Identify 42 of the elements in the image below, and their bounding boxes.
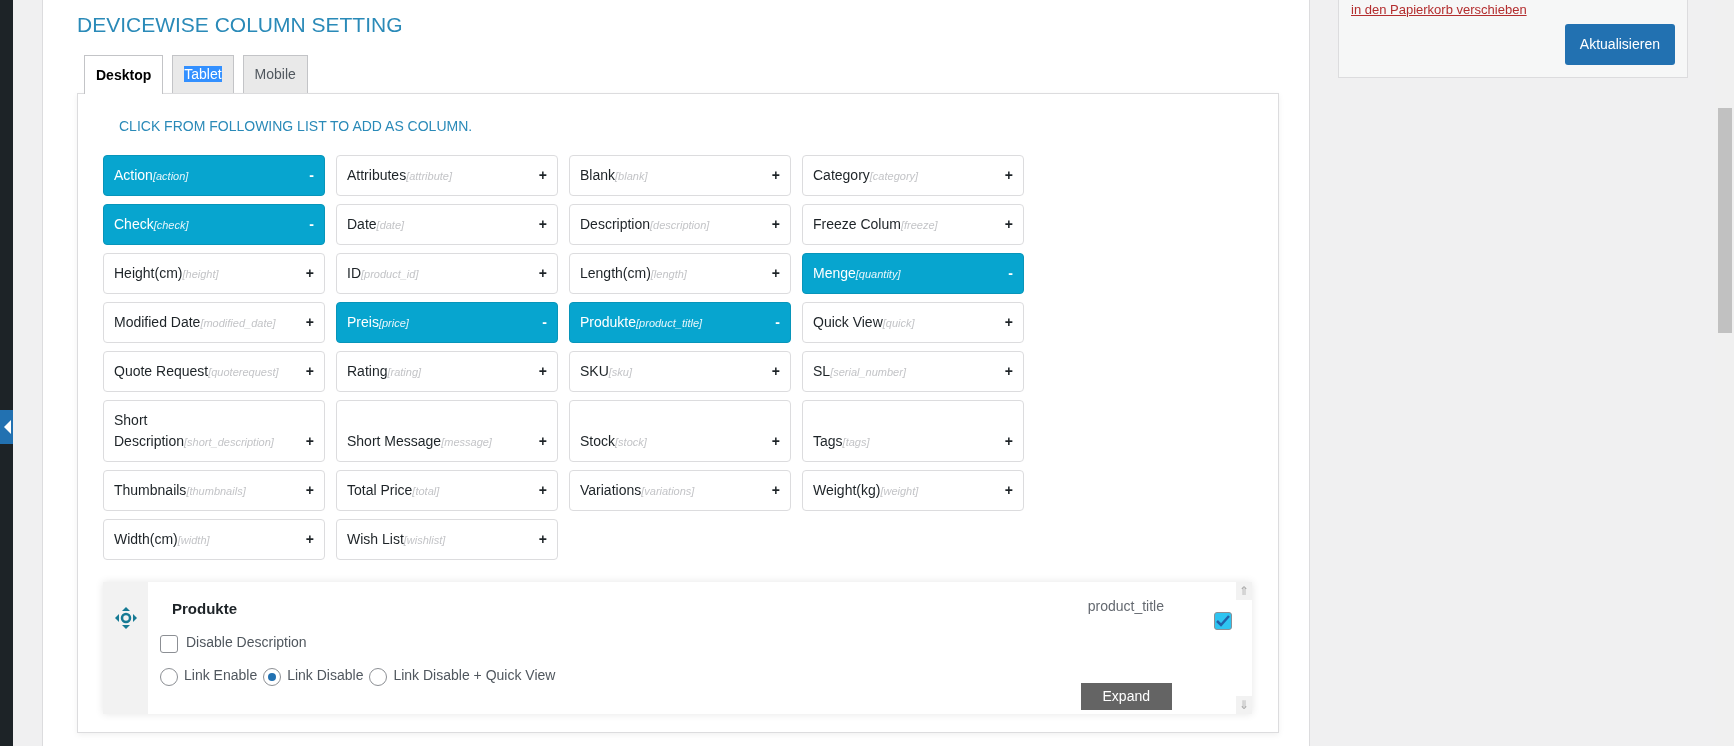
column-option[interactable]: Modified Date[modified_date] + xyxy=(103,302,325,343)
section-title: DEVICEWISE COLUMN SETTING xyxy=(77,12,404,38)
column-option[interactable]: Stock[stock] + xyxy=(569,400,791,462)
column-option[interactable]: Category[category] + xyxy=(802,155,1024,196)
trash-link[interactable]: in den Papierkorb verschieben xyxy=(1351,0,1527,20)
column-option[interactable]: Attributes[attribute] + xyxy=(336,155,558,196)
column-option[interactable]: SKU[sku] + xyxy=(569,351,791,392)
column-option[interactable]: Wish List[wishlist] + xyxy=(336,519,558,560)
radio-label: Link Enable xyxy=(184,667,258,684)
column-option[interactable]: Blank[blank] + xyxy=(569,155,791,196)
column-option[interactable]: Height(cm)[height] + xyxy=(103,253,325,294)
column-option[interactable]: Weight(kg)[weight] + xyxy=(802,470,1024,511)
column-option[interactable]: Rating[rating] + xyxy=(336,351,558,392)
checkbox[interactable] xyxy=(160,635,178,654)
column-option[interactable]: Tags[tags] + xyxy=(802,400,1024,462)
enable-checkbox[interactable] xyxy=(1214,612,1232,630)
column-option[interactable]: Total Price[total] + xyxy=(336,470,558,511)
column-option[interactable]: Freeze Colum[freeze] + xyxy=(802,204,1024,245)
tab[interactable]: Desktop xyxy=(84,55,164,94)
column-option[interactable]: Length(cm)[length] + xyxy=(569,253,791,294)
update-button[interactable]: Aktualisieren xyxy=(1564,23,1675,65)
column-option[interactable]: Quote Request[quoterequest] + xyxy=(103,351,325,392)
column-option[interactable]: SL[serial_number] + xyxy=(802,351,1024,392)
column-option[interactable]: Description[description] + xyxy=(569,204,791,245)
column-title: Produkte xyxy=(172,599,237,619)
column-option[interactable]: Variations[variations] + xyxy=(569,470,791,511)
column-option[interactable]: Short Message[message] + xyxy=(336,400,558,462)
column-option[interactable]: Date[date] + xyxy=(336,204,558,245)
column-key: product_title xyxy=(1087,596,1164,617)
column-option[interactable]: Width(cm)[width] + xyxy=(103,519,325,560)
tab[interactable]: Mobile xyxy=(242,55,308,93)
column-option[interactable]: ID[product_id] + xyxy=(336,253,558,294)
move-icon[interactable] xyxy=(113,606,138,630)
column-option[interactable]: Short Description[short_description] + xyxy=(103,400,325,462)
instruction-text: CLICK FROM FOLLOWING LIST TO ADD AS COLUMN. xyxy=(119,117,474,136)
column-option[interactable]: Quick View[quick] + xyxy=(802,302,1024,343)
scrollbar-thumb[interactable] xyxy=(1718,108,1732,333)
column-option[interactable]: Thumbnails[thumbnails] + xyxy=(103,470,325,511)
radio-label: Link Disable + Quick View xyxy=(393,667,556,684)
checkbox-label: Disable Description xyxy=(186,634,307,651)
expand-button[interactable]: Expand xyxy=(1080,683,1172,710)
radio-label: Link Disable xyxy=(287,667,364,684)
